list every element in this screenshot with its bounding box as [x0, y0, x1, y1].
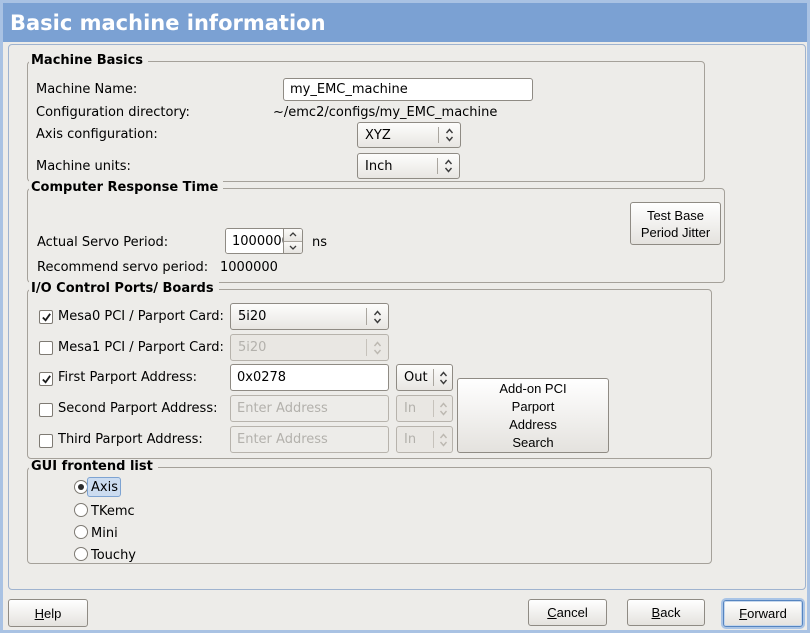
machine-units-value: Inch: [358, 154, 437, 178]
combo-arrows-icon: [434, 427, 452, 452]
third-parport-checkbox[interactable]: [39, 434, 53, 448]
mesa1-card-combobox: 5i20: [230, 334, 389, 361]
second-parport-label: Second Parport Address:: [58, 401, 217, 417]
addon-pci-search-button[interactable]: Add-on PCI Parport Address Search: [457, 378, 609, 453]
third-parport-direction-value: In: [397, 427, 433, 452]
machine-name-label: Machine Name:: [36, 82, 137, 98]
servo-period-label: Actual Servo Period:: [37, 235, 168, 251]
spin-buttons: [283, 229, 302, 253]
servo-period-unit: ns: [312, 235, 327, 251]
cancel-button-label: Cancel: [547, 604, 587, 621]
combo-arrows-icon: [434, 396, 452, 421]
spin-up-button[interactable]: [284, 229, 302, 241]
group-response-time: Computer Response Time Test Base Period …: [27, 188, 725, 283]
radio-dot-icon: [78, 484, 84, 490]
addon-button-line3: Address: [509, 416, 557, 434]
first-parport-direction-value: Out: [397, 365, 433, 390]
combo-arrows-icon: [367, 335, 388, 360]
radio-tkemc[interactable]: [74, 503, 88, 517]
first-parport-checkbox[interactable]: [39, 372, 53, 386]
test-jitter-line1: Test Base: [647, 207, 704, 224]
mesa1-label: Mesa1 PCI / Parport Card:: [58, 340, 224, 356]
machine-name-input[interactable]: [283, 78, 533, 101]
config-dir-value: ~/emc2/configs/my_EMC_machine: [273, 105, 497, 121]
forward-button-label: Forward: [739, 605, 787, 622]
first-parport-direction-combobox[interactable]: Out: [396, 364, 453, 391]
combo-arrows-icon: [438, 154, 459, 178]
radio-axis-label: Axis: [91, 480, 118, 495]
help-button-label: Help: [35, 605, 62, 622]
group-machine-basics-label: Machine Basics: [29, 53, 148, 68]
second-parport-direction-value: In: [397, 396, 433, 421]
second-parport-direction-combobox: In: [396, 395, 453, 422]
combo-arrows-icon: [434, 365, 452, 390]
group-gui-frontend: GUI frontend list Axis TKemc Mini Touchy: [27, 467, 712, 564]
servo-period-input[interactable]: [226, 229, 283, 253]
radio-mini[interactable]: [74, 525, 88, 539]
spin-down-button[interactable]: [284, 241, 302, 254]
group-gui-frontend-label: GUI frontend list: [29, 459, 158, 474]
mesa0-card-combobox[interactable]: 5i20: [230, 303, 389, 330]
mesa1-checkbox[interactable]: [39, 341, 53, 355]
radio-axis-focus[interactable]: Axis: [87, 477, 121, 497]
check-icon: [41, 374, 52, 385]
forward-button[interactable]: Forward: [723, 600, 803, 627]
radio-touchy[interactable]: [74, 547, 88, 561]
first-parport-label: First Parport Address:: [58, 370, 197, 386]
combo-arrows-icon: [439, 123, 460, 147]
servo-period-spinbox[interactable]: [225, 228, 303, 254]
back-button-label: Back: [652, 604, 681, 621]
check-icon: [41, 312, 52, 323]
radio-touchy-label: Touchy: [91, 548, 136, 564]
page-title: Basic machine information: [3, 11, 326, 35]
addon-button-line4: Search: [512, 434, 553, 452]
config-dir-label: Configuration directory:: [36, 105, 190, 121]
group-response-time-label: Computer Response Time: [29, 180, 223, 195]
combo-arrows-icon: [367, 304, 388, 329]
second-parport-checkbox[interactable]: [39, 403, 53, 417]
axis-config-combobox[interactable]: XYZ: [357, 122, 461, 148]
addon-button-line1: Add-on PCI: [499, 380, 566, 398]
test-jitter-line2: Period Jitter: [641, 224, 710, 241]
recommend-period-value: 1000000: [220, 260, 278, 276]
mesa0-label: Mesa0 PCI / Parport Card:: [58, 309, 224, 325]
group-machine-basics: Machine Basics Machine Name: Configurati…: [27, 61, 705, 182]
radio-mini-label: Mini: [91, 526, 118, 542]
group-io-ports: I/O Control Ports/ Boards Mesa0 PCI / Pa…: [27, 289, 712, 459]
axis-config-label: Axis configuration:: [36, 127, 158, 143]
machine-units-label: Machine units:: [36, 159, 131, 175]
cancel-button[interactable]: Cancel: [528, 599, 607, 626]
group-io-ports-label: I/O Control Ports/ Boards: [29, 281, 219, 296]
third-parport-direction-combobox: In: [396, 426, 453, 453]
back-button[interactable]: Back: [627, 599, 705, 626]
wizard-window: Basic machine information Machine Basics…: [0, 0, 810, 633]
radio-axis[interactable]: [74, 480, 88, 494]
radio-tkemc-label: TKemc: [91, 504, 135, 520]
addon-button-line2: Parport: [512, 398, 555, 416]
recommend-period-label: Recommend servo period:: [37, 260, 208, 276]
second-parport-address-input: [230, 395, 389, 422]
machine-units-combobox[interactable]: Inch: [357, 153, 460, 179]
mesa0-card-value: 5i20: [231, 304, 366, 329]
mesa1-card-value: 5i20: [231, 335, 366, 360]
title-bar: Basic machine information: [3, 3, 807, 42]
third-parport-address-input: [230, 426, 389, 453]
first-parport-address-input[interactable]: [230, 364, 389, 391]
axis-config-value: XYZ: [358, 123, 438, 147]
mesa0-checkbox[interactable]: [39, 310, 53, 324]
third-parport-label: Third Parport Address:: [58, 432, 203, 448]
test-base-period-jitter-button[interactable]: Test Base Period Jitter: [630, 202, 721, 245]
help-button[interactable]: Help: [8, 599, 88, 627]
